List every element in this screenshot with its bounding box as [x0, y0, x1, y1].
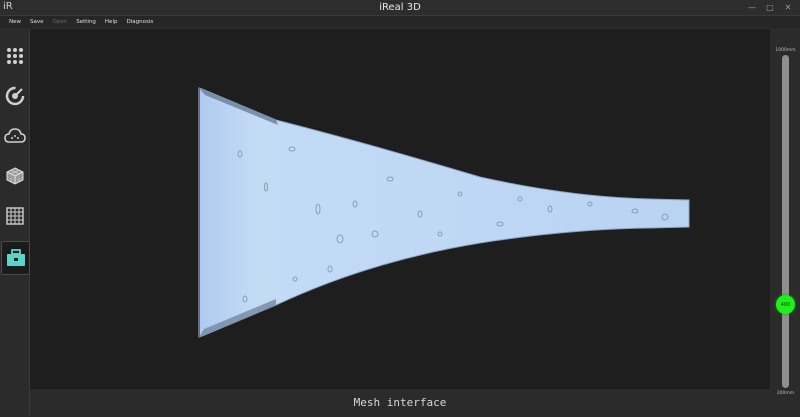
sidebar-item-mesh-grid[interactable] — [3, 204, 27, 228]
sidebar-item-mesh-model[interactable] — [3, 164, 27, 188]
slider-min-label: 200mm — [776, 391, 795, 396]
mesh-grid-icon — [6, 207, 24, 225]
status-text: Mesh interface — [353, 396, 447, 409]
distance-slider-thumb[interactable]: 400 — [776, 295, 795, 315]
window-title: iReal 3D — [379, 2, 421, 13]
menu-diagnosis[interactable]: Diagnosis — [126, 16, 153, 28]
menu-open[interactable]: Open — [53, 16, 68, 28]
toolbox-icon — [6, 249, 25, 266]
slider-max-label: 1000mm — [775, 48, 796, 53]
minimize-button[interactable]: — — [748, 0, 756, 15]
sidebar-item-point-cloud[interactable] — [3, 124, 27, 148]
mesh-viewport[interactable] — [30, 29, 770, 389]
menu-new[interactable]: New — [9, 16, 21, 28]
grid-dots-icon — [7, 48, 23, 64]
mesh-cube-icon — [6, 167, 24, 185]
window-controls: — □ ✕ — [748, 0, 792, 15]
mesh-model[interactable] — [30, 29, 770, 389]
menu-bar: New Save Open Setting Help Diagnosis — [0, 16, 800, 28]
mesh-surface — [198, 87, 690, 338]
scan-target-icon — [5, 86, 25, 106]
menu-save[interactable]: Save — [30, 16, 44, 28]
cloud-icon — [4, 128, 26, 143]
slider-value-label: 400 — [780, 301, 791, 308]
status-bar: Mesh interface — [30, 389, 770, 415]
sidebar-item-scan[interactable] — [3, 84, 27, 108]
distance-slider-track[interactable] — [782, 55, 789, 388]
title-bar: iR iReal 3D — □ ✕ — [0, 0, 800, 16]
menu-help[interactable]: Help — [105, 16, 118, 28]
distance-slider-panel: 1000mm 400 200mm — [771, 29, 800, 415]
sidebar-item-toolbox[interactable] — [1, 241, 30, 275]
tool-sidebar — [0, 29, 30, 415]
close-button[interactable]: ✕ — [784, 0, 792, 15]
menu-setting[interactable]: Setting — [76, 16, 96, 28]
sidebar-item-scan-mode[interactable] — [3, 44, 27, 68]
maximize-button[interactable]: □ — [766, 0, 774, 15]
